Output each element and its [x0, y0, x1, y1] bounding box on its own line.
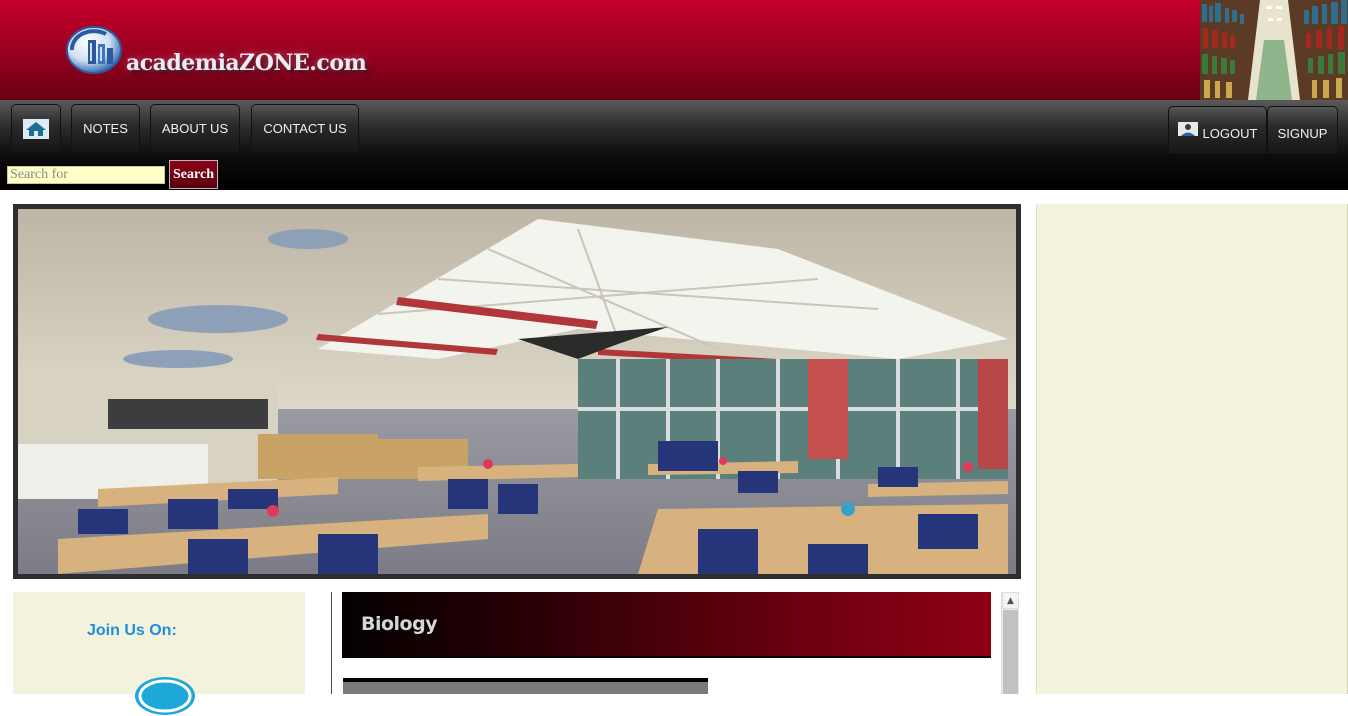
nav-logout-tab[interactable]: LOGOUT — [1168, 106, 1267, 154]
logo-text: academiaZONE.com — [126, 50, 367, 76]
scroll-up-arrow-icon[interactable]: ▲ — [1002, 592, 1019, 609]
search-input[interactable] — [7, 166, 165, 184]
site-logo[interactable]: academiaZONE.com — [66, 26, 367, 82]
content-scrollbar[interactable]: ▲ — [1001, 592, 1019, 694]
banner-frame — [13, 204, 1021, 579]
nav-about-tab[interactable]: ABOUT US — [150, 104, 240, 152]
nav-about-label: ABOUT US — [161, 121, 229, 136]
search-button[interactable]: Search — [169, 160, 218, 189]
logo-globe-icon — [66, 26, 122, 74]
user-icon — [1177, 121, 1198, 136]
social-icon[interactable] — [133, 676, 197, 716]
home-icon — [23, 118, 49, 139]
nav-contact-tab[interactable]: CONTACT US — [251, 104, 359, 152]
nav-logout-label: LOGOUT — [1202, 126, 1258, 141]
nav-notes-label: NOTES — [83, 121, 128, 136]
scroll-thumb[interactable] — [1003, 610, 1018, 694]
subsection-bar — [343, 678, 708, 694]
nav-notes-tab[interactable]: NOTES — [71, 104, 140, 152]
nav-signup-tab[interactable]: SIGNUP — [1267, 106, 1338, 154]
nav-contact-label: CONTACT US — [263, 121, 347, 136]
subject-header: Biology — [342, 592, 991, 658]
main-content: Biology ▲ — [342, 592, 1019, 694]
subject-title: Biology — [361, 613, 438, 635]
join-us-title: Join Us On: — [87, 622, 177, 639]
nav-signup-label: SIGNUP — [1277, 126, 1328, 141]
nav-home-tab[interactable] — [11, 104, 61, 152]
library-banner-image — [18, 209, 1016, 574]
site-header: academiaZONE.com — [0, 0, 1348, 100]
join-us-panel: Join Us On: — [13, 592, 305, 715]
column-divider — [331, 592, 332, 694]
main-nav: NOTES ABOUT US CONTACT US LOGOUT SIGNUP … — [0, 100, 1348, 190]
right-sidebar — [1036, 204, 1348, 694]
library-shelves-image — [1200, 0, 1348, 100]
